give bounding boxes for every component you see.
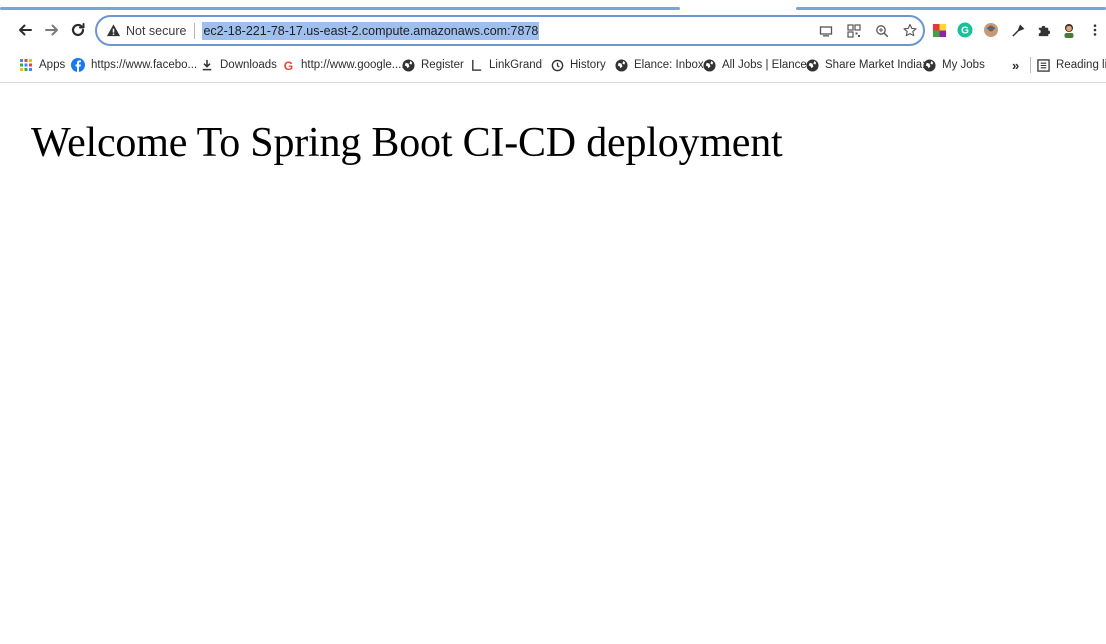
bookmark-label: Register bbox=[421, 59, 464, 71]
bookmark-label: https://www.facebo... bbox=[91, 59, 198, 71]
globe-icon bbox=[922, 58, 936, 72]
url-text[interactable]: ec2-18-221-78-17.us-east-2.compute.amazo… bbox=[202, 21, 540, 40]
history-icon bbox=[550, 58, 564, 72]
bookmark-elance-inbox[interactable]: Elance: Inbox bbox=[614, 51, 704, 79]
security-divider bbox=[194, 22, 196, 39]
palette-extension-icon[interactable] bbox=[931, 22, 947, 38]
browser-toolbar: Not secure ec2-18-221-78-17.us-east-2.co… bbox=[0, 13, 1106, 47]
reload-button[interactable] bbox=[67, 13, 89, 47]
profile-avatar-icon[interactable] bbox=[1061, 22, 1077, 38]
bookmark-my-jobs[interactable]: My Jobs bbox=[922, 51, 985, 79]
bookmark-all-jobs[interactable]: All Jobs | Elance bbox=[702, 51, 807, 79]
reload-icon bbox=[71, 23, 85, 37]
browser-menu-icon[interactable] bbox=[1087, 22, 1103, 38]
page-heading: Welcome To Spring Boot CI-CD deployment bbox=[31, 120, 783, 166]
bookmark-google[interactable]: G http://www.google.... bbox=[281, 51, 405, 79]
bookmark-downloads[interactable]: Downloads bbox=[200, 51, 277, 79]
grammarly-extension-icon[interactable]: G bbox=[957, 22, 973, 38]
omnibox-actions bbox=[819, 17, 917, 44]
globe-icon bbox=[702, 58, 716, 72]
toolbar-divider bbox=[0, 82, 1106, 83]
tab-indicator-left bbox=[0, 7, 680, 10]
extensions-bar: G bbox=[931, 13, 1103, 47]
bookmark-label: Downloads bbox=[220, 59, 277, 71]
bookmark-history[interactable]: History bbox=[550, 51, 606, 79]
bookmarks-overflow-button[interactable]: » bbox=[1012, 51, 1019, 79]
svg-text:G: G bbox=[961, 26, 969, 37]
bookmark-label: LinkGrand bbox=[489, 59, 543, 71]
reading-list-button[interactable]: Reading list bbox=[1036, 51, 1106, 79]
bookmark-label: Reading list bbox=[1056, 59, 1106, 71]
tab-indicator-right bbox=[796, 7, 1106, 10]
bookmark-label: All Jobs | Elance bbox=[722, 59, 807, 71]
bookmark-facebook[interactable]: https://www.facebo... bbox=[71, 51, 197, 79]
security-label[interactable]: Not secure bbox=[126, 24, 186, 38]
facebook-icon bbox=[71, 58, 85, 72]
puzzle-extensions-icon[interactable] bbox=[1035, 22, 1051, 38]
bookmark-label: Share Market India:... bbox=[825, 59, 935, 71]
globe-icon bbox=[805, 58, 819, 72]
tool-extension-icon[interactable] bbox=[1009, 22, 1025, 38]
address-bar[interactable]: Not secure ec2-18-221-78-17.us-east-2.co… bbox=[95, 15, 925, 46]
download-icon bbox=[200, 58, 214, 72]
forward-button[interactable] bbox=[41, 13, 63, 47]
qr-code-icon[interactable] bbox=[847, 23, 861, 38]
bookmark-star-icon[interactable] bbox=[903, 23, 917, 38]
back-button[interactable] bbox=[14, 13, 36, 47]
bookmark-register[interactable]: Register bbox=[401, 51, 464, 79]
globe-icon bbox=[401, 58, 415, 72]
bookmark-label: http://www.google.... bbox=[301, 59, 405, 71]
bookmarks-bar: Apps https://www.facebo... Downloads G h… bbox=[0, 51, 1106, 79]
google-icon: G bbox=[281, 58, 295, 72]
linkgrand-icon bbox=[469, 58, 483, 72]
bookmark-apps[interactable]: Apps bbox=[19, 51, 65, 79]
forward-arrow-icon bbox=[45, 24, 58, 36]
bookmark-linkgrand[interactable]: LinkGrand bbox=[469, 51, 542, 79]
bookmark-label: My Jobs bbox=[942, 59, 985, 71]
bookmark-label: History bbox=[570, 59, 606, 71]
cast-icon[interactable] bbox=[819, 24, 833, 38]
overflow-chevron-icon: » bbox=[1012, 57, 1020, 73]
globe-icon bbox=[614, 58, 628, 72]
reading-list-icon bbox=[1036, 58, 1050, 72]
bookmarks-divider bbox=[1030, 57, 1031, 73]
warning-icon[interactable] bbox=[105, 23, 121, 39]
zoom-icon[interactable] bbox=[875, 24, 889, 38]
back-arrow-icon bbox=[19, 24, 32, 36]
bookmark-label: Elance: Inbox bbox=[634, 59, 704, 71]
apps-grid-icon bbox=[19, 58, 33, 72]
avatar-extension-icon[interactable] bbox=[983, 22, 999, 38]
bookmark-label: Apps bbox=[39, 59, 66, 71]
tab-strip bbox=[0, 0, 1106, 10]
svg-text:G: G bbox=[283, 59, 292, 72]
bookmark-share-market[interactable]: Share Market India:... bbox=[805, 51, 935, 79]
